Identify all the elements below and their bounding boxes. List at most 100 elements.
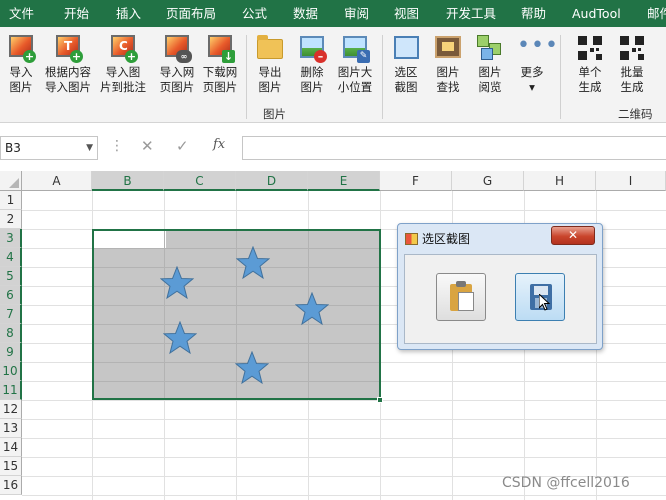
paste-button[interactable] [436, 273, 486, 321]
row-header-11[interactable]: 11 [0, 381, 22, 400]
column-header-a[interactable]: A [22, 171, 92, 191]
star-shape[interactable] [295, 292, 329, 326]
browse-image-button[interactable]: 图片 阅览 [473, 33, 507, 95]
chevron-down-icon[interactable]: ▼ [86, 137, 93, 159]
star-shape[interactable] [236, 246, 270, 280]
formula-bar-grip: ⋮ [110, 138, 124, 154]
tab-page-layout[interactable]: 页面布局 [166, 0, 216, 27]
formula-bar: B3 ▼ ⋮ ✕ ✓ fx [0, 132, 666, 162]
tab-file[interactable]: 文件 [9, 0, 34, 27]
row-header-9[interactable]: 9 [0, 343, 22, 362]
more-icon: ••• [517, 33, 559, 58]
row-header-4[interactable]: 4 [0, 248, 22, 267]
qr-batch-icon [620, 36, 644, 60]
ribbon-separator [560, 35, 561, 119]
row-header-15[interactable]: 15 [0, 457, 22, 476]
row-header-12[interactable]: 12 [0, 400, 22, 419]
more-button[interactable]: ••• 更多 ▾ [515, 33, 559, 95]
app-icon [405, 233, 418, 245]
name-box-value: B3 [5, 141, 21, 155]
find-image-button[interactable]: 图片 查找 [431, 33, 465, 95]
group-label-qrcode: 二维码 [618, 107, 653, 121]
tab-audtool[interactable]: AudTool [572, 0, 621, 27]
function-icon[interactable]: fx [213, 137, 225, 152]
formula-input[interactable] [242, 136, 666, 160]
delete-image-button[interactable]: – 删除 图片 [295, 33, 329, 95]
row-header-13[interactable]: 13 [0, 419, 22, 438]
column-header-h[interactable]: H [524, 171, 596, 191]
import-image-button[interactable]: + 导入 图片 [4, 33, 38, 95]
tab-view[interactable]: 视图 [394, 0, 419, 27]
column-header-b[interactable]: B [92, 171, 164, 191]
row-header-1[interactable]: 1 [0, 191, 22, 210]
dialog-body [404, 254, 597, 344]
gridline [22, 438, 666, 439]
gridline [22, 210, 666, 211]
browse-image-icon [477, 35, 503, 61]
active-cell-b3[interactable] [94, 231, 166, 248]
column-header-i[interactable]: I [596, 171, 666, 191]
find-image-icon [435, 36, 461, 58]
confirm-icon[interactable]: ✓ [176, 137, 189, 155]
dialog-title: 选区截图 [422, 232, 471, 246]
tab-home[interactable]: 开始 [64, 0, 89, 27]
qr-batch-button[interactable]: 批量 生成 [615, 33, 649, 95]
gridline [22, 495, 666, 496]
row-header-10[interactable]: 10 [0, 362, 22, 381]
tab-developer[interactable]: 开发工具 [446, 0, 496, 27]
mouse-cursor-icon [539, 294, 551, 311]
column-header-g[interactable]: G [452, 171, 524, 191]
tab-insert[interactable]: 插入 [116, 0, 141, 27]
tab-mail[interactable]: 邮件 [647, 0, 666, 27]
import-web-image-button[interactable]: ∞ 导入网 页图片 [156, 33, 198, 95]
gridline [164, 231, 165, 398]
tab-help[interactable]: 帮助 [521, 0, 546, 27]
gridline [22, 400, 666, 401]
folder-icon [257, 35, 283, 59]
close-button[interactable]: ✕ [551, 226, 595, 245]
watermark: CSDN @ffcell2016 [502, 475, 630, 491]
qr-single-icon [578, 36, 602, 60]
column-header-d[interactable]: D [236, 171, 308, 191]
column-header-e[interactable]: E [308, 171, 380, 191]
column-header-c[interactable]: C [164, 171, 236, 191]
gridline [22, 457, 666, 458]
save-button[interactable] [515, 273, 565, 321]
cancel-icon[interactable]: ✕ [141, 137, 154, 155]
row-header-8[interactable]: 8 [0, 324, 22, 343]
qr-single-button[interactable]: 单个 生成 [573, 33, 607, 95]
download-web-image-button[interactable]: ↓ 下载网 页图片 [199, 33, 241, 95]
import-by-content-button[interactable]: + 根据内容 导入图片 [42, 33, 94, 95]
dialog-titlebar[interactable]: 选区截图 [405, 230, 470, 248]
ribbon-separator [246, 35, 247, 119]
group-label-images: 图片 [263, 107, 286, 121]
ribbon-tab-bar: 文件 开始 插入 页面布局 公式 数据 审阅 视图 开发工具 帮助 AudToo… [0, 0, 666, 27]
selection-screenshot-dialog: 选区截图 ✕ [397, 223, 603, 350]
selection-screenshot-button[interactable]: 选区 截图 [389, 33, 423, 95]
tab-review[interactable]: 审阅 [344, 0, 369, 27]
star-shape[interactable] [163, 321, 197, 355]
star-shape[interactable] [235, 351, 269, 385]
selection-screenshot-icon [394, 36, 419, 59]
select-all-corner[interactable] [0, 171, 22, 191]
name-box[interactable]: B3 ▼ [0, 136, 98, 160]
row-header-2[interactable]: 2 [0, 210, 22, 229]
import-to-comment-button[interactable]: + 导入图 片到批注 [98, 33, 148, 95]
ribbon-separator [382, 35, 383, 119]
clipboard-icon [450, 281, 474, 311]
star-shape[interactable] [160, 266, 194, 300]
row-header-3[interactable]: 3 [0, 229, 22, 248]
row-header-16[interactable]: 16 [0, 476, 22, 495]
ribbon-panel: + 导入 图片 + 根据内容 导入图片 + 导入图 片到批注 ∞ 导入网 页图片… [0, 27, 666, 123]
row-header-5[interactable]: 5 [0, 267, 22, 286]
export-image-button[interactable]: 导出 图片 [253, 33, 287, 95]
tab-data[interactable]: 数据 [293, 0, 318, 27]
resize-image-button[interactable]: ✎ 图片大 小位置 [335, 33, 375, 95]
row-header-6[interactable]: 6 [0, 286, 22, 305]
row-header-7[interactable]: 7 [0, 305, 22, 324]
column-header-f[interactable]: F [380, 171, 452, 191]
fill-handle[interactable] [377, 397, 383, 403]
gridline [22, 419, 666, 420]
row-header-14[interactable]: 14 [0, 438, 22, 457]
tab-formulas[interactable]: 公式 [242, 0, 267, 27]
